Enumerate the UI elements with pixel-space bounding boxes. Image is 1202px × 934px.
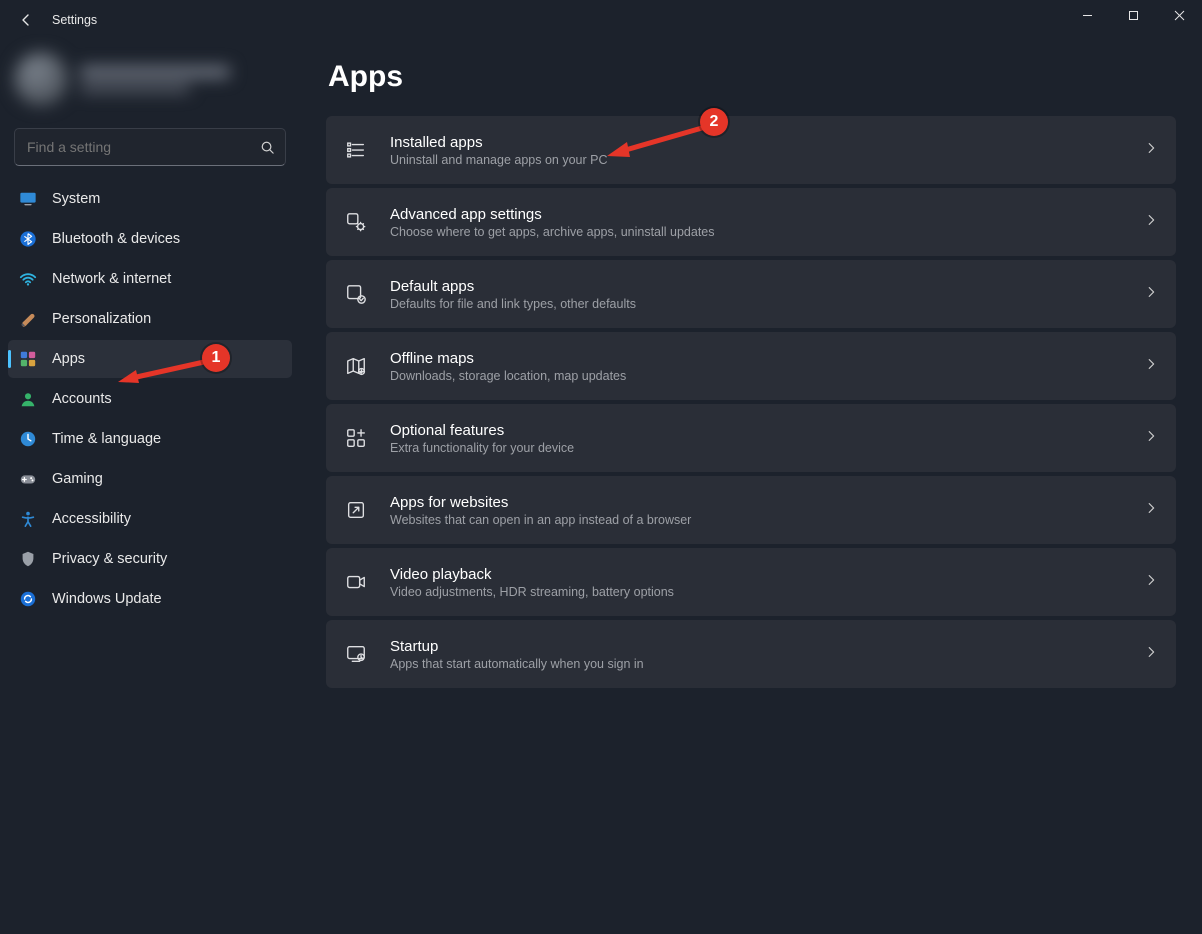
- card-default-apps[interactable]: Default apps Defaults for file and link …: [326, 260, 1176, 328]
- settings-group: Installed apps Uninstall and manage apps…: [326, 116, 1176, 688]
- card-title: Offline maps: [390, 350, 1122, 367]
- sidebar-item-label: Gaming: [52, 471, 103, 487]
- card-subtitle: Downloads, storage location, map updates: [390, 369, 1122, 383]
- card-subtitle: Apps that start automatically when you s…: [390, 657, 1122, 671]
- card-subtitle: Defaults for file and link types, other …: [390, 297, 1122, 311]
- card-subtitle: Extra functionality for your device: [390, 441, 1122, 455]
- accessibility-icon: [18, 509, 38, 529]
- card-title: Default apps: [390, 278, 1122, 295]
- sidebar: System Bluetooth & devices Network & int…: [0, 40, 300, 934]
- sidebar-item-gaming[interactable]: Gaming: [8, 460, 292, 498]
- chevron-right-icon: [1144, 501, 1158, 520]
- search-box[interactable]: [14, 128, 286, 166]
- person-icon: [18, 389, 38, 409]
- user-profile[interactable]: [14, 40, 286, 118]
- gamepad-icon: [18, 469, 38, 489]
- back-button[interactable]: [14, 8, 38, 32]
- annotation-arrow-2: [600, 124, 710, 164]
- card-title: Advanced app settings: [390, 206, 1122, 223]
- search-icon[interactable]: [249, 140, 285, 155]
- sidebar-item-label: Privacy & security: [52, 551, 167, 567]
- bluetooth-icon: [18, 229, 38, 249]
- annotation-badge-2: 2: [700, 108, 728, 136]
- card-video-playback[interactable]: Video playback Video adjustments, HDR st…: [326, 548, 1176, 616]
- wifi-icon: [18, 269, 38, 289]
- card-title: Apps for websites: [390, 494, 1122, 511]
- card-title: Video playback: [390, 566, 1122, 583]
- title-bar: Settings: [0, 0, 1202, 40]
- chevron-right-icon: [1144, 429, 1158, 448]
- card-offline-maps[interactable]: Offline maps Downloads, storage location…: [326, 332, 1176, 400]
- card-subtitle: Choose where to get apps, archive apps, …: [390, 225, 1122, 239]
- sidebar-item-system[interactable]: System: [8, 180, 292, 218]
- grid-plus-icon: [344, 426, 368, 450]
- card-subtitle: Video adjustments, HDR streaming, batter…: [390, 585, 1122, 599]
- chevron-right-icon: [1144, 213, 1158, 232]
- chevron-right-icon: [1144, 141, 1158, 160]
- card-subtitle: Uninstall and manage apps on your PC: [390, 153, 1122, 167]
- shield-icon: [18, 549, 38, 569]
- chevron-right-icon: [1144, 573, 1158, 592]
- sidebar-item-label: Time & language: [52, 431, 161, 447]
- clock-icon: [18, 429, 38, 449]
- annotation-badge-1: 1: [202, 344, 230, 372]
- annotation-arrow-1: [112, 358, 212, 388]
- chevron-right-icon: [1144, 285, 1158, 304]
- sidebar-item-bluetooth[interactable]: Bluetooth & devices: [8, 220, 292, 258]
- close-button[interactable]: [1156, 0, 1202, 30]
- chevron-right-icon: [1144, 357, 1158, 376]
- nav: System Bluetooth & devices Network & int…: [8, 180, 292, 618]
- card-installed-apps[interactable]: Installed apps Uninstall and manage apps…: [326, 116, 1176, 184]
- video-icon: [344, 570, 368, 594]
- update-icon: [18, 589, 38, 609]
- search-input[interactable]: [15, 139, 249, 155]
- sidebar-item-accessibility[interactable]: Accessibility: [8, 500, 292, 538]
- gear-app-icon: [344, 210, 368, 234]
- window-controls: [1064, 0, 1202, 40]
- sidebar-item-privacy[interactable]: Privacy & security: [8, 540, 292, 578]
- map-icon: [344, 354, 368, 378]
- sidebar-item-label: Bluetooth & devices: [52, 231, 180, 247]
- sidebar-item-network[interactable]: Network & internet: [8, 260, 292, 298]
- sidebar-item-label: Accounts: [52, 391, 112, 407]
- paint-icon: [18, 309, 38, 329]
- sidebar-item-label: System: [52, 191, 100, 207]
- sidebar-item-label: Accessibility: [52, 511, 131, 527]
- sidebar-item-label: Network & internet: [52, 271, 171, 287]
- avatar: [14, 52, 68, 106]
- sidebar-item-label: Personalization: [52, 311, 151, 327]
- display-icon: [18, 189, 38, 209]
- main-content: Apps Installed apps Uninstall and manage…: [300, 40, 1202, 934]
- maximize-button[interactable]: [1110, 0, 1156, 30]
- sidebar-item-label: Windows Update: [52, 591, 162, 607]
- page-title: Apps: [328, 60, 1176, 94]
- sidebar-item-personalization[interactable]: Personalization: [8, 300, 292, 338]
- card-advanced-app-settings[interactable]: Advanced app settings Choose where to ge…: [326, 188, 1176, 256]
- apps-icon: [18, 349, 38, 369]
- sidebar-item-label: Apps: [52, 351, 85, 367]
- chevron-right-icon: [1144, 645, 1158, 664]
- sidebar-item-time-language[interactable]: Time & language: [8, 420, 292, 458]
- card-apps-for-websites[interactable]: Apps for websites Websites that can open…: [326, 476, 1176, 544]
- card-title: Startup: [390, 638, 1122, 655]
- default-app-icon: [344, 282, 368, 306]
- minimize-button[interactable]: [1064, 0, 1110, 30]
- open-external-icon: [344, 498, 368, 522]
- startup-icon: [344, 642, 368, 666]
- card-subtitle: Websites that can open in an app instead…: [390, 513, 1122, 527]
- card-title: Installed apps: [390, 134, 1122, 151]
- sidebar-item-windows-update[interactable]: Windows Update: [8, 580, 292, 618]
- window-title: Settings: [52, 13, 97, 27]
- card-title: Optional features: [390, 422, 1122, 439]
- card-optional-features[interactable]: Optional features Extra functionality fo…: [326, 404, 1176, 472]
- card-startup[interactable]: Startup Apps that start automatically wh…: [326, 620, 1176, 688]
- list-icon: [344, 138, 368, 162]
